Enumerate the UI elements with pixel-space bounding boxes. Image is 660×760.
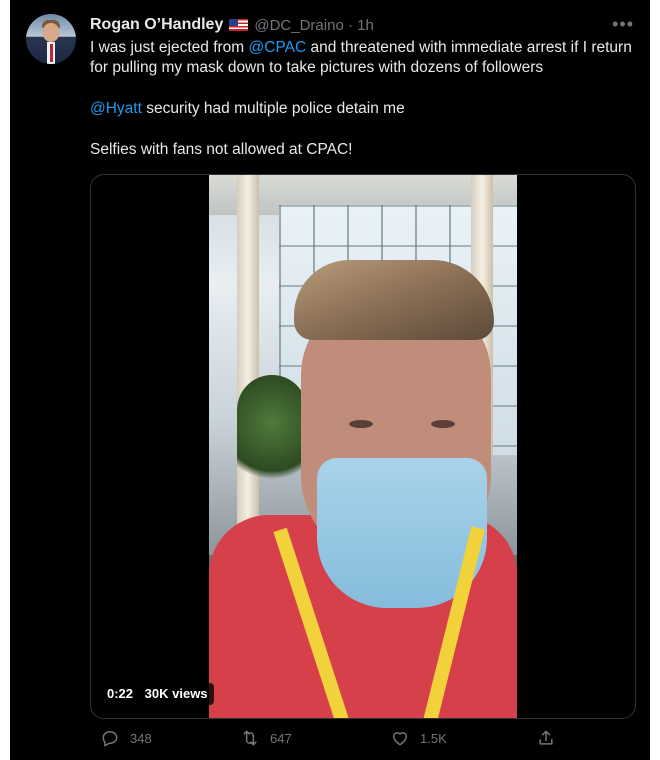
avatar-face bbox=[43, 23, 59, 42]
avatar-tie bbox=[50, 44, 53, 62]
tweet-text-segment: I was just ejected from bbox=[90, 39, 249, 56]
like-button[interactable]: 1.5K bbox=[390, 728, 447, 748]
tweet-timestamp[interactable]: 1h bbox=[357, 17, 374, 34]
reply-icon bbox=[102, 731, 118, 747]
video-duration: 0:22 bbox=[107, 686, 134, 701]
reply-button[interactable]: 348 bbox=[100, 728, 152, 748]
video-pillar bbox=[237, 175, 259, 555]
like-count: 1.5K bbox=[420, 730, 447, 746]
retweet-icon bbox=[243, 730, 257, 746]
video-views: 30K views bbox=[144, 686, 208, 701]
tweet-paragraph-1: I was just ejected from @CPAC and threat… bbox=[90, 38, 635, 78]
video-plant bbox=[237, 375, 307, 495]
tweet-paragraph-2: @Hyatt security had multiple police deta… bbox=[90, 99, 635, 119]
more-icon[interactable]: ••• bbox=[612, 14, 634, 35]
heart-icon bbox=[393, 732, 407, 746]
video-duration-badge: 0:22 30K views bbox=[101, 683, 214, 705]
reply-count: 348 bbox=[130, 730, 152, 746]
separator-dot: · bbox=[343, 16, 358, 34]
tweet-text: I was just ejected from @CPAC and threat… bbox=[90, 38, 635, 160]
retweet-count: 647 bbox=[270, 730, 292, 746]
avatar[interactable] bbox=[26, 14, 76, 64]
tweet-text-segment: security had multiple police detain me bbox=[141, 100, 405, 117]
share-icon bbox=[539, 730, 553, 745]
video-frame[interactable] bbox=[209, 175, 517, 718]
mention-cpac-link[interactable]: @CPAC bbox=[249, 39, 307, 56]
video-person-eye bbox=[349, 420, 373, 428]
video-person-eye bbox=[431, 420, 455, 428]
video-person-hair bbox=[294, 260, 494, 340]
author-handle[interactable]: @DC_Draino bbox=[254, 17, 343, 34]
tweet: Rogan O’Handley @DC_Draino · 1h ••• I wa… bbox=[10, 0, 650, 760]
tweet-paragraph-3: Selfies with fans not allowed at CPAC! bbox=[90, 141, 353, 158]
tweet-header: Rogan O’Handley @DC_Draino · 1h bbox=[90, 14, 374, 36]
video-player[interactable]: 0:22 30K views bbox=[90, 174, 636, 719]
tweet-actions: 348 647 1.5K bbox=[90, 728, 560, 754]
us-flag-icon bbox=[229, 19, 249, 31]
share-button[interactable] bbox=[536, 728, 566, 748]
retweet-button[interactable]: 647 bbox=[240, 728, 292, 748]
author-name[interactable]: Rogan O’Handley bbox=[90, 16, 223, 34]
mention-hyatt-link[interactable]: @Hyatt bbox=[90, 100, 142, 117]
